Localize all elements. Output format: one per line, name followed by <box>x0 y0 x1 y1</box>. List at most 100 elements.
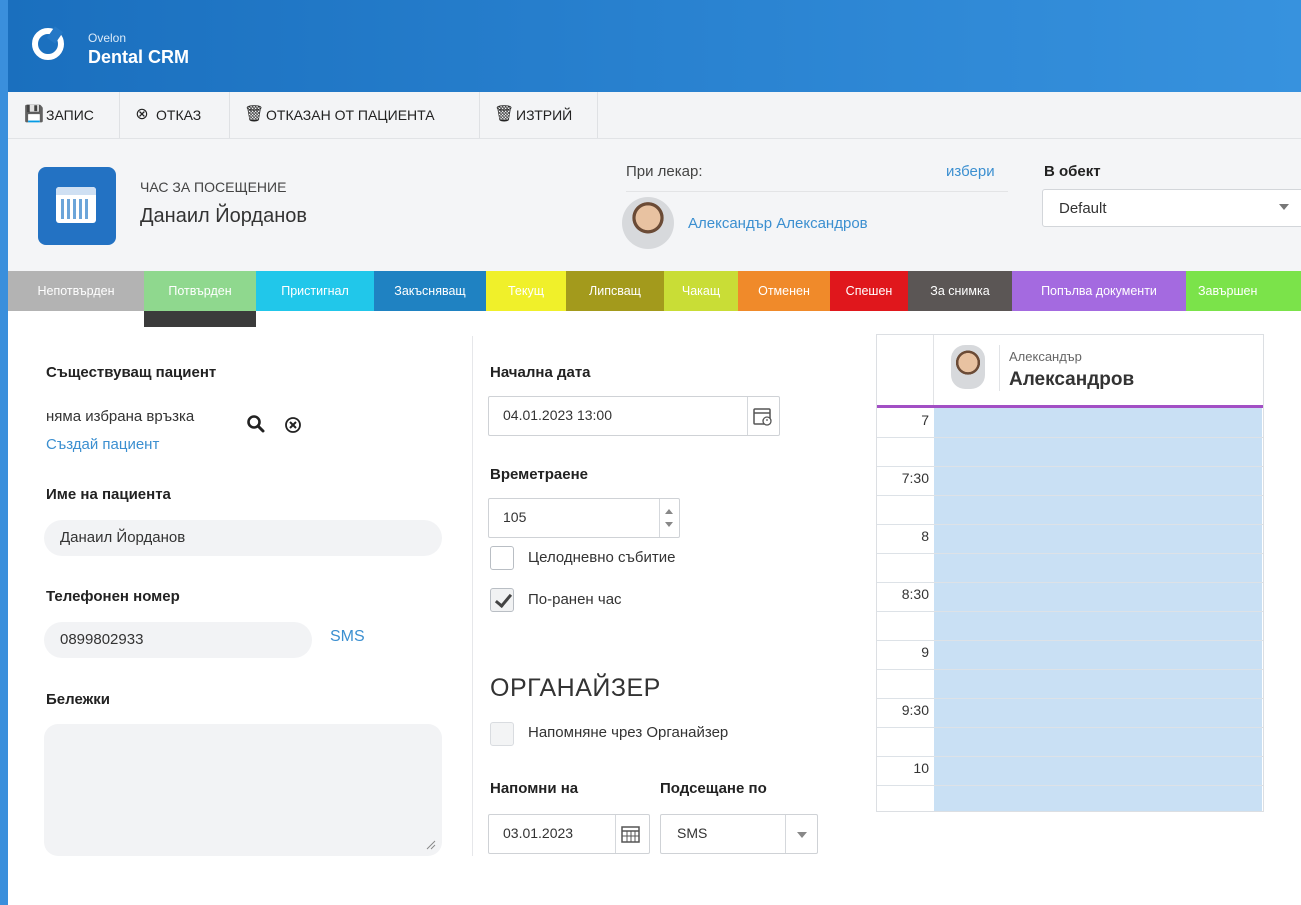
patient-name-label: Име на пациента <box>46 486 171 503</box>
calendar-slot[interactable] <box>877 495 1263 524</box>
clear-icon[interactable] <box>284 416 302 439</box>
calendar-slot[interactable] <box>877 669 1263 698</box>
status-current[interactable]: Текущ <box>486 271 566 311</box>
status-arrived[interactable]: Пристигнал <box>256 271 374 311</box>
app-window: Ovelon Dental CRM 💾 ЗАПИС ⊗ ОТКАЗ 🗑 ОТКА… <box>8 0 1301 905</box>
calendar-clock-icon[interactable] <box>753 406 773 426</box>
calendar-time-label: 8 <box>921 528 929 544</box>
create-patient-link[interactable]: Създай пациент <box>46 436 159 453</box>
status-label: Липсващ <box>589 284 641 298</box>
calendar-icon[interactable] <box>621 825 641 843</box>
status-label: Чакащ <box>681 284 721 298</box>
resize-handle-icon[interactable] <box>426 840 436 850</box>
save-label: ЗАПИС <box>46 107 94 123</box>
chevron-down-icon <box>797 832 807 838</box>
duration-label: Времетраене <box>490 466 588 483</box>
appointment-header: ЧАС ЗА ПОСЕЩЕНИЕ Данаил Йорданов При лек… <box>8 139 1301 271</box>
search-icon[interactable] <box>246 414 266 439</box>
start-date-input[interactable]: 04.01.2023 13:00 <box>488 396 780 436</box>
cancel-button[interactable]: ⊗ ОТКАЗ <box>120 92 230 138</box>
status-label: Закъсняващ <box>394 284 466 298</box>
earlier-hour-checkbox[interactable] <box>490 588 514 612</box>
doctor-avatar <box>951 345 985 389</box>
calendar-time-label: 9 <box>921 644 929 660</box>
remind-by-label: Подсещане по <box>660 780 767 797</box>
status-late[interactable]: Закъсняващ <box>374 271 486 311</box>
calendar-time-label: 7:30 <box>901 470 929 486</box>
status-bar: Непотвърден Потвърден Пристигнал Закъсня… <box>8 271 1301 311</box>
status-for-xray[interactable]: За снимка <box>908 271 1012 311</box>
status-cancelled[interactable]: Отменен <box>738 271 830 311</box>
calendar-slot[interactable] <box>877 727 1263 756</box>
sms-link[interactable]: SMS <box>330 628 365 646</box>
status-unconfirmed[interactable]: Непотвърден <box>8 271 144 311</box>
cancel-label: ОТКАЗ <box>156 107 202 123</box>
status-missing[interactable]: Липсващ <box>566 271 664 311</box>
organizer-title: ОРГАНАЙЗЕР <box>490 674 661 702</box>
calendar-slot[interactable] <box>877 466 1263 495</box>
toolbar: 💾 ЗАПИС ⊗ ОТКАЗ 🗑 ОТКАЗАН ОТ ПАЦИЕНТА 🗑 … <box>8 92 1301 139</box>
patient-cancelled-label: ОТКАЗАН ОТ ПАЦИЕНТА <box>266 107 435 123</box>
status-label: Отменен <box>758 284 810 298</box>
phone-input[interactable]: 0899802933 <box>44 622 312 658</box>
calendar-slot[interactable] <box>877 785 1263 811</box>
doctor-pick-link[interactable]: избери <box>946 163 995 180</box>
cancel-circle-icon: ⊗ <box>135 106 149 123</box>
scrollbar-thumb[interactable] <box>1263 526 1264 584</box>
all-day-label: Целодневно събитие <box>528 549 676 566</box>
remind-on-label: Напомни на <box>490 780 579 797</box>
object-select[interactable]: Default <box>1042 189 1301 227</box>
status-urgent[interactable]: Спешен <box>830 271 908 311</box>
calendar-time-label: 10 <box>913 760 929 776</box>
patient-cancelled-button[interactable]: 🗑 ОТКАЗАН ОТ ПАЦИЕНТА <box>230 92 480 138</box>
decrement-icon[interactable] <box>665 522 673 527</box>
calendar-time-label: 9:30 <box>901 702 929 718</box>
calendar-slot[interactable] <box>877 611 1263 640</box>
doctor-avatar <box>622 197 674 249</box>
doctor-label: При лекар: <box>626 163 703 180</box>
calendar-slot[interactable] <box>877 408 1263 437</box>
doctor-name-link[interactable]: Александър Александров <box>688 215 868 232</box>
organizer-reminder-checkbox[interactable] <box>490 722 514 746</box>
status-waiting[interactable]: Чакащ <box>664 271 738 311</box>
brand-small: Ovelon <box>88 31 127 45</box>
save-icon: 💾 <box>24 106 44 123</box>
selected-status-indicator <box>144 311 256 327</box>
patient-name-input[interactable]: Данаил Йорданов <box>44 520 442 556</box>
all-day-checkbox[interactable] <box>490 546 514 570</box>
object-select-value: Default <box>1059 200 1107 217</box>
chevron-down-icon <box>1279 204 1289 210</box>
calendar-slot[interactable] <box>877 582 1263 611</box>
remind-channel-select[interactable]: SMS <box>660 814 818 854</box>
save-button[interactable]: 💾 ЗАПИС <box>8 92 120 138</box>
day-calendar: Александър Александров 7 7:30 8 8:30 9 9:30 10 <box>876 334 1264 812</box>
delete-button[interactable]: 🗑 ИЗТРИЙ <box>480 92 598 138</box>
delete-label: ИЗТРИЙ <box>516 107 573 123</box>
calendar-time-label: 8:30 <box>901 586 929 602</box>
remind-date-value: 03.01.2023 <box>503 825 574 841</box>
status-filling-documents[interactable]: Попълва документи <box>1012 271 1186 311</box>
calendar-slot[interactable] <box>877 437 1263 466</box>
remind-channel-value: SMS <box>677 825 708 841</box>
status-completed[interactable]: Завършен <box>1186 271 1301 311</box>
duration-stepper[interactable]: 105 <box>488 498 680 538</box>
earlier-hour-label: По-ранен час <box>528 591 622 608</box>
calendar-slot[interactable] <box>877 553 1263 582</box>
trash-icon: 🗑 <box>244 106 265 123</box>
status-label: Пристигнал <box>281 284 349 298</box>
notes-textarea[interactable] <box>44 724 442 856</box>
patient-name-value: Данаил Йорданов <box>60 529 186 546</box>
calendar-slot[interactable] <box>877 640 1263 669</box>
duration-value: 105 <box>503 509 527 525</box>
calendar-slot[interactable] <box>877 756 1263 785</box>
trash-icon: 🗑 <box>494 106 515 123</box>
phone-value: 0899802933 <box>60 631 144 648</box>
status-label: Попълва документи <box>1041 284 1157 298</box>
status-confirmed[interactable]: Потвърден <box>144 271 256 311</box>
calendar-slot[interactable] <box>877 524 1263 553</box>
calendar-doctor-header: Александър Александров <box>877 335 1263 408</box>
calendar-slot[interactable] <box>877 698 1263 727</box>
remind-date-input[interactable]: 03.01.2023 <box>488 814 650 854</box>
increment-icon[interactable] <box>665 509 673 514</box>
ovelon-logo-icon <box>32 28 64 60</box>
